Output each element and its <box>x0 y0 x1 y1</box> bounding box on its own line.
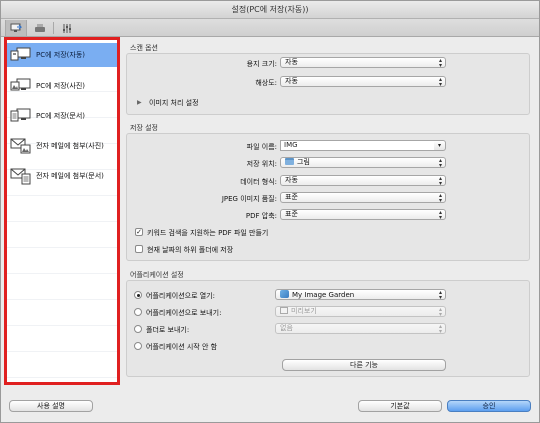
keyword-pdf-label: 키워드 검색을 지원하는 PDF 파일 만들기 <box>147 229 269 237</box>
do-not-start-label: 어플리케이션 시작 안 함 <box>146 343 218 351</box>
send-to-app-value: 미리보기 <box>291 307 317 315</box>
paper-size-label: 용지 크기: <box>246 60 277 68</box>
toolbar-separator <box>53 22 54 34</box>
file-name-label: 파일 이름: <box>246 143 277 151</box>
select-arrows-icon: ▴ ▾ <box>438 306 442 317</box>
sidebar-item-label: PC에 저장(사진) <box>36 82 85 90</box>
paper-size-select[interactable]: 자동 ▴ ▾ <box>280 57 446 68</box>
save-to-pc-photo-icon <box>10 77 32 95</box>
sidebar-item-save-to-pc-photo[interactable]: PC에 저장(사진) <box>7 74 117 98</box>
select-arrows-icon: ▴ ▾ <box>438 192 442 203</box>
scan-options-title: 스캔 옵션 <box>130 44 158 52</box>
sidebar-item-save-to-pc-auto[interactable]: PC에 저장(자동) <box>7 43 117 67</box>
save-in-label: 저장 위치: <box>246 160 277 168</box>
save-in-value: 그림 <box>297 158 310 166</box>
window-title: 설정(PC에 저장(자동)) <box>231 5 309 14</box>
sidebar-item-label: PC에 저장(자동) <box>36 51 85 59</box>
email-document-icon <box>10 167 32 185</box>
open-with-label: 어플리케이션으로 열기: <box>146 292 215 300</box>
sidebar-item-label: 전자 메일에 첨부(사진) <box>36 142 104 150</box>
send-to-app-select[interactable]: 미리보기 ▴ ▾ <box>275 306 446 317</box>
select-arrows-icon: ▴ ▾ <box>438 175 442 186</box>
select-arrows-icon: ▴ ▾ <box>438 323 442 334</box>
pdf-compression-value: 표준 <box>285 210 298 218</box>
scan-from-computer-tab[interactable] <box>5 20 27 36</box>
select-arrows-icon: ▴ ▾ <box>438 76 442 87</box>
save-in-select[interactable]: 그림 ▴ ▾ <box>280 157 446 168</box>
file-name-field[interactable]: IMG <box>280 140 435 151</box>
send-to-app-label: 어플리케이션으로 보내기: <box>146 309 222 317</box>
scan-from-panel-tab[interactable] <box>29 20 51 36</box>
file-name-dropdown-button[interactable]: ▾ <box>434 140 446 151</box>
sidebar-item-label: 전자 메일에 첨부(문서) <box>36 172 104 180</box>
sidebar-item-save-to-pc-document[interactable]: PC에 저장(문서) <box>7 104 117 128</box>
settings-window: 설정(PC에 저장(자동)) PC에 저장(자동) PC에 저장(사진) PC에… <box>0 0 540 423</box>
scan-options-group: 용지 크기: 자동 ▴ ▾ 해상도: 자동 ▴ ▾ ▶ 이미지 처리 설정 <box>126 53 530 115</box>
folder-icon <box>285 158 294 165</box>
app-settings-group: 어플리케이션으로 열기: My Image Garden ▴ ▾ 어플리케이션으로… <box>126 280 530 377</box>
pdf-compression-select[interactable]: 표준 ▴ ▾ <box>280 209 446 220</box>
sidebar-item-email-document[interactable]: 전자 메일에 첨부(문서) <box>7 164 117 188</box>
save-to-pc-document-icon <box>10 107 32 125</box>
select-arrows-icon: ▴ ▾ <box>438 157 442 168</box>
save-settings-title: 저장 설정 <box>130 124 158 132</box>
dialog-footer: 사용 설명 기본값 승인 <box>1 389 539 422</box>
scan-from-panel-icon <box>35 23 45 32</box>
select-arrows-icon: ▴ ▾ <box>438 57 442 68</box>
email-photo-icon <box>10 137 32 155</box>
send-to-folder-label: 폴더로 보내기: <box>146 326 190 334</box>
do-not-start-radio[interactable] <box>134 342 142 350</box>
sidebar-item-label: PC에 저장(문서) <box>36 112 85 120</box>
data-format-label: 데이터 형식: <box>240 178 277 186</box>
send-to-app-radio[interactable] <box>134 308 142 316</box>
select-arrows-icon: ▴ ▾ <box>438 289 442 300</box>
more-functions-button[interactable]: 다른 기능 <box>282 359 446 371</box>
general-settings-tab[interactable] <box>56 20 78 36</box>
resolution-select[interactable]: 자동 ▴ ▾ <box>280 76 446 87</box>
instructions-button[interactable]: 사용 설명 <box>9 400 93 412</box>
jpeg-quality-select[interactable]: 표준 ▴ ▾ <box>280 192 446 203</box>
preview-app-icon <box>280 307 288 314</box>
disclosure-triangle-icon[interactable]: ▶ <box>137 99 142 106</box>
jpeg-quality-label: JPEG 이미지 품질: <box>221 195 277 203</box>
send-to-folder-select[interactable]: 없음 ▴ ▾ <box>275 323 446 334</box>
pdf-compression-label: PDF 압축: <box>245 212 277 220</box>
data-format-value: 자동 <box>285 176 298 184</box>
subfolder-checkbox[interactable] <box>135 245 143 253</box>
app-settings-title: 어플리케이션 설정 <box>130 271 184 279</box>
open-with-select[interactable]: My Image Garden ▴ ▾ <box>275 289 446 300</box>
open-with-radio[interactable] <box>134 291 142 299</box>
data-format-select[interactable]: 자동 ▴ ▾ <box>280 175 446 186</box>
settings-panel: 스캔 옵션 용지 크기: 자동 ▴ ▾ 해상도: 자동 ▴ ▾ ▶ 이미지 처리 설… <box>122 37 537 385</box>
scan-type-sidebar: PC에 저장(자동) PC에 저장(사진) PC에 저장(문서) 전자 메일에 … <box>4 37 120 385</box>
my-image-garden-icon <box>280 290 289 298</box>
open-with-value: My Image Garden <box>292 291 355 299</box>
resolution-label: 해상도: <box>255 79 277 87</box>
save-settings-group: 파일 이름: IMG ▾ 저장 위치: 그림 ▴ ▾ 데이터 형식: 자동 ▴ ▾ … <box>126 133 530 261</box>
general-settings-icon <box>63 23 71 33</box>
title-bar: 설정(PC에 저장(자동)) <box>1 1 539 19</box>
jpeg-quality-value: 표준 <box>285 193 298 201</box>
toolbar <box>1 19 539 37</box>
select-arrows-icon: ▴ ▾ <box>438 209 442 220</box>
send-to-folder-value: 없음 <box>280 324 293 332</box>
scan-from-computer-icon <box>10 23 22 32</box>
resolution-value: 자동 <box>285 77 298 85</box>
keyword-pdf-checkbox[interactable]: ✓ <box>135 228 143 236</box>
paper-size-value: 자동 <box>285 58 298 66</box>
send-to-folder-radio[interactable] <box>134 325 142 333</box>
image-processing-settings-toggle[interactable]: 이미지 처리 설정 <box>149 98 199 108</box>
subfolder-label: 현재 날짜의 하위 폴더에 저장 <box>147 246 234 254</box>
sidebar-item-email-photo[interactable]: 전자 메일에 첨부(사진) <box>7 134 117 158</box>
defaults-button[interactable]: 기본값 <box>358 400 442 412</box>
ok-button[interactable]: 승인 <box>447 400 531 412</box>
save-to-pc-auto-icon <box>10 46 32 64</box>
